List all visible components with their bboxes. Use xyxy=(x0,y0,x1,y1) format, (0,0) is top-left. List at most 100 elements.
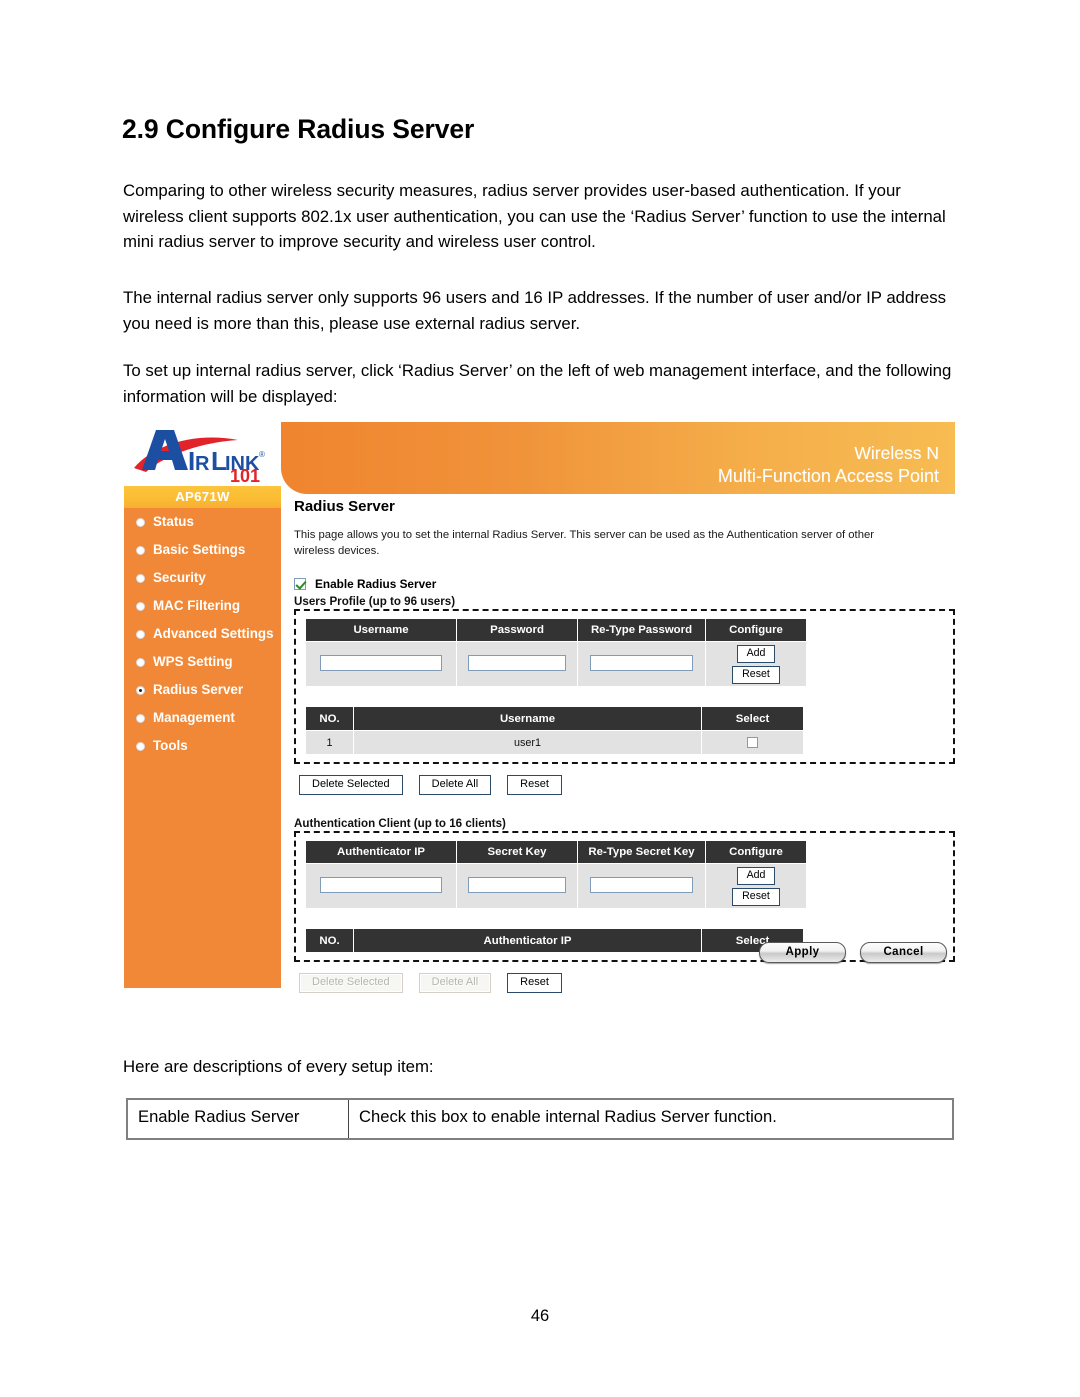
sidebar-item-management[interactable]: Management xyxy=(124,704,281,732)
column-retype-secret-key: Re-Type Secret Key xyxy=(577,840,706,864)
sidebar-item-label: Security xyxy=(153,570,206,585)
username-input[interactable] xyxy=(319,654,443,671)
users-reset-button[interactable]: Reset xyxy=(507,775,562,795)
footer-button-row: Apply Cancel xyxy=(294,942,955,963)
cell-username: user1 xyxy=(353,730,702,755)
sidebar-item-status[interactable]: Status xyxy=(124,508,281,536)
sidebar-item-mac-filtering[interactable]: MAC Filtering xyxy=(124,592,281,620)
authenticator-ip-input[interactable] xyxy=(319,876,443,893)
sidebar-item-label: WPS Setting xyxy=(153,654,233,669)
client-add-button[interactable]: Add xyxy=(736,866,776,885)
client-reset-button[interactable]: Reset xyxy=(507,973,562,993)
enable-radius-server-checkbox[interactable] xyxy=(294,578,306,590)
column-username: Username xyxy=(353,706,702,731)
cell-select xyxy=(701,730,804,755)
retype-secret-key-input[interactable] xyxy=(589,876,694,893)
table-row: Add Reset xyxy=(305,641,807,687)
table-row: Enable Radius Server Check this box to e… xyxy=(126,1098,954,1140)
bullet-icon xyxy=(136,742,145,751)
row-select-checkbox[interactable] xyxy=(747,737,758,749)
users-profile-panel: Username Password Re-Type Password Confi… xyxy=(294,609,955,764)
table-header-row: NO. Username Select xyxy=(305,706,804,731)
cell-item-name: Enable Radius Server xyxy=(126,1098,349,1140)
cell-secret-key-input xyxy=(456,863,578,909)
page-number: 46 xyxy=(530,1307,550,1325)
users-profile-action-buttons: Delete Selected Delete All Reset xyxy=(299,775,955,795)
sidebar-item-label: Management xyxy=(153,710,235,725)
users-form-reset-button[interactable]: Reset xyxy=(732,665,780,684)
radius-server-heading: Radius Server xyxy=(294,498,395,515)
sidebar-item-label: Radius Server xyxy=(153,682,244,697)
cell-password-input xyxy=(456,641,578,687)
svg-text:101: 101 xyxy=(230,466,260,484)
users-profile-form-table: Username Password Re-Type Password Confi… xyxy=(305,618,807,687)
radius-server-description: This page allows you to set the internal… xyxy=(294,529,875,557)
users-delete-all-button[interactable]: Delete All xyxy=(418,775,492,795)
paragraph-intro: Comparing to other wireless security mea… xyxy=(123,181,946,252)
banner-line-1: Wireless N xyxy=(854,443,939,463)
cancel-button[interactable]: Cancel xyxy=(860,942,947,963)
bullet-icon xyxy=(136,630,145,639)
sidebar-item-basic-settings[interactable]: Basic Settings xyxy=(124,536,281,564)
column-authenticator-ip: Authenticator IP xyxy=(305,840,457,864)
users-delete-selected-button[interactable]: Delete Selected xyxy=(299,775,403,795)
authentication-client-action-buttons: Delete Selected Delete All Reset xyxy=(299,973,955,993)
airlink-logo: I R L INK ® 101 xyxy=(124,422,281,486)
users-add-button[interactable]: Add xyxy=(736,644,776,663)
router-main-content: Radius Server This page allows you to se… xyxy=(294,498,955,993)
sidebar-item-label: MAC Filtering xyxy=(153,598,241,613)
table-header-row: Username Password Re-Type Password Confi… xyxy=(305,618,807,642)
bullet-selected-icon xyxy=(136,686,145,695)
table-row: 1 user1 xyxy=(305,730,804,755)
paragraph-setup: To set up internal radius server, click … xyxy=(123,361,952,406)
table-header-row: Authenticator IP Secret Key Re-Type Secr… xyxy=(305,840,807,864)
authentication-client-form-table: Authenticator IP Secret Key Re-Type Secr… xyxy=(305,840,807,909)
banner-line-2: Multi-Function Access Point xyxy=(717,466,939,486)
bullet-icon xyxy=(136,546,145,555)
sidebar-nav: Status Basic Settings Security MAC Filte… xyxy=(124,508,281,760)
column-password: Password xyxy=(456,618,578,642)
bullet-icon xyxy=(136,518,145,527)
enable-radius-server-label: Enable Radius Server xyxy=(315,577,437,591)
svg-text:®: ® xyxy=(259,450,265,459)
column-configure: Configure xyxy=(705,618,807,642)
client-form-reset-button[interactable]: Reset xyxy=(732,887,780,906)
authentication-client-label: Authentication Client (up to 16 clients) xyxy=(294,817,506,830)
configure-button-group: Add Reset xyxy=(707,644,805,684)
client-delete-selected-button: Delete Selected xyxy=(299,973,403,993)
paragraph-limits: The internal radius server only supports… xyxy=(123,288,947,333)
column-secret-key: Secret Key xyxy=(456,840,578,864)
cell-retype-secret-key-input xyxy=(577,863,706,909)
users-profile-label: Users Profile (up to 96 users) xyxy=(294,595,456,608)
bullet-icon xyxy=(136,658,145,667)
router-web-ui-screenshot: I R L INK ® 101 Wireless N Multi-Functio… xyxy=(124,422,955,993)
sidebar-model-label: AP671W xyxy=(124,486,281,508)
sidebar: AP671W Status Basic Settings Security MA… xyxy=(124,486,281,988)
bullet-icon xyxy=(136,714,145,723)
cell-authenticator-ip-input xyxy=(305,863,457,909)
document-page: 2.9 Configure Radius Server Comparing to… xyxy=(0,0,1080,1397)
sidebar-item-wps-setting[interactable]: WPS Setting xyxy=(124,648,281,676)
configure-button-group: Add Reset xyxy=(707,866,805,906)
sidebar-item-security[interactable]: Security xyxy=(124,564,281,592)
cell-item-description: Check this box to enable internal Radius… xyxy=(348,1098,954,1140)
paragraph-descriptions-intro: Here are descriptions of every setup ite… xyxy=(123,1057,434,1076)
sidebar-item-label: Basic Settings xyxy=(153,542,246,557)
cell-configure-buttons: Add Reset xyxy=(705,863,807,909)
retype-password-input[interactable] xyxy=(589,654,694,671)
airlink-logo-svg: I R L INK ® 101 xyxy=(134,430,265,484)
cell-row-number: 1 xyxy=(305,730,354,755)
bullet-icon xyxy=(136,574,145,583)
column-configure: Configure xyxy=(705,840,807,864)
column-retype-password: Re-Type Password xyxy=(577,618,706,642)
column-select: Select xyxy=(701,706,804,731)
column-no: NO. xyxy=(305,706,354,731)
password-input[interactable] xyxy=(468,654,566,671)
sidebar-item-advanced-settings[interactable]: Advanced Settings xyxy=(124,620,281,648)
secret-key-input[interactable] xyxy=(468,876,566,893)
sidebar-item-radius-server[interactable]: Radius Server xyxy=(124,676,281,704)
sidebar-item-tools[interactable]: Tools xyxy=(124,732,281,760)
apply-button[interactable]: Apply xyxy=(759,942,846,963)
page-title: 2.9 Configure Radius Server xyxy=(122,113,475,144)
enable-radius-server-row[interactable]: Enable Radius Server xyxy=(294,577,955,591)
